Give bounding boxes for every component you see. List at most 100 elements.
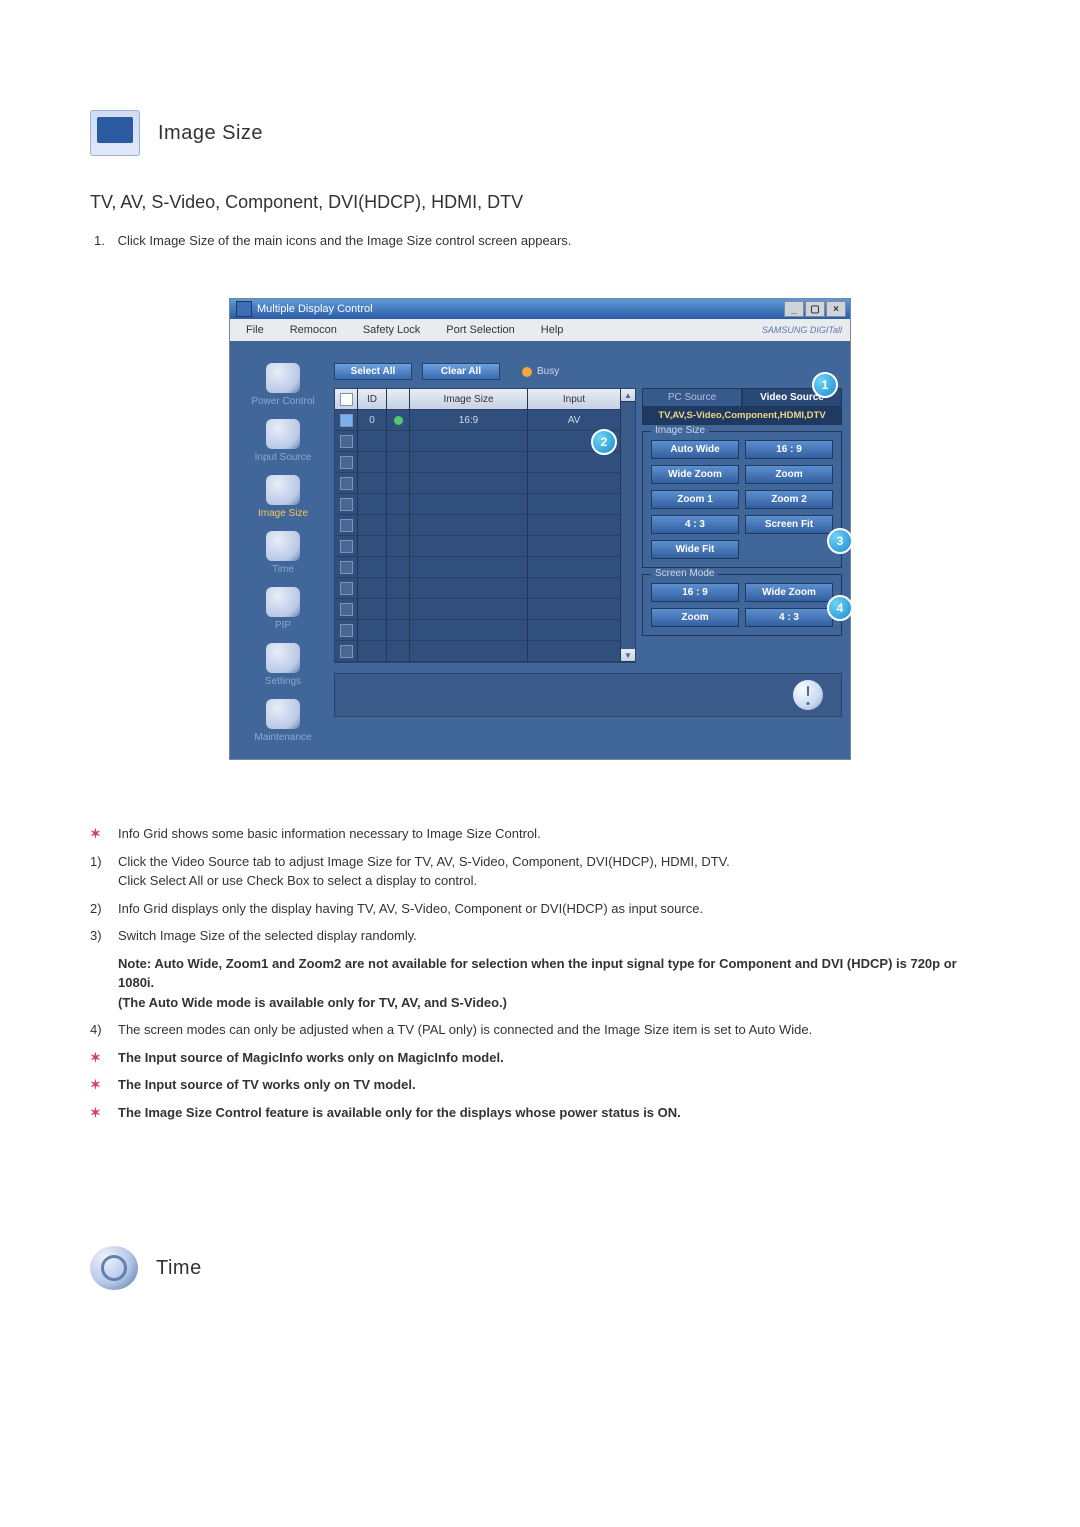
btn-sm-16-9[interactable]: 16 : 9 bbox=[651, 583, 739, 602]
note-text: Switch Image Size of the selected displa… bbox=[118, 926, 417, 946]
row-image-size: 16:9 bbox=[410, 410, 527, 431]
clear-all-button[interactable]: Clear All bbox=[422, 363, 500, 380]
note-text: Info Grid shows some basic information n… bbox=[118, 824, 541, 844]
btn-16-9[interactable]: 16 : 9 bbox=[745, 440, 833, 459]
note-num: 3) bbox=[90, 926, 108, 946]
section-title-time: Time bbox=[156, 1257, 202, 1280]
time-icon bbox=[266, 531, 300, 561]
menu-file[interactable]: File bbox=[236, 322, 274, 338]
scroll-down-button[interactable]: ▼ bbox=[621, 649, 635, 662]
status-bar bbox=[334, 673, 842, 717]
busy-indicator-icon bbox=[522, 367, 532, 377]
section-subtitle: TV, AV, S-Video, Component, DVI(HDCP), H… bbox=[90, 192, 990, 213]
note-num: 2) bbox=[90, 899, 108, 919]
info-grid: ID 0 bbox=[334, 388, 636, 663]
note-text-bold: The Input source of TV works only on TV … bbox=[118, 1075, 416, 1095]
sidebar-label: Input Source bbox=[255, 452, 312, 463]
col-status-header bbox=[387, 389, 409, 410]
note-text-bold: Note: Auto Wide, Zoom1 and Zoom2 are not… bbox=[118, 954, 990, 1013]
image-size-icon bbox=[90, 110, 140, 156]
menu-safety-lock[interactable]: Safety Lock bbox=[353, 322, 430, 338]
section-title: Image Size bbox=[158, 122, 263, 145]
star-icon: ✶ bbox=[90, 1048, 108, 1068]
sidebar-item-power[interactable]: Power Control bbox=[238, 359, 328, 415]
note-text: The screen modes can only be adjusted wh… bbox=[118, 1020, 812, 1040]
callout-3: 3 bbox=[827, 528, 853, 554]
star-icon: ✶ bbox=[90, 1103, 108, 1123]
btn-auto-wide[interactable]: Auto Wide bbox=[651, 440, 739, 459]
app-window: Multiple Display Control _ ▢ × File Remo… bbox=[229, 298, 851, 760]
maximize-button[interactable]: ▢ bbox=[805, 301, 825, 317]
row-id: 0 bbox=[358, 410, 386, 431]
group-screen-mode: Screen Mode 16 : 9 Wide Zoom Zoom 4 : 3 … bbox=[642, 574, 842, 636]
btn-zoom[interactable]: Zoom bbox=[745, 465, 833, 484]
sidebar-item-input[interactable]: Input Source bbox=[238, 415, 328, 471]
callout-2: 2 bbox=[591, 429, 617, 455]
input-icon bbox=[266, 419, 300, 449]
callout-4: 4 bbox=[827, 595, 853, 621]
note-text: Info Grid displays only the display havi… bbox=[118, 899, 703, 919]
menu-remocon[interactable]: Remocon bbox=[280, 322, 347, 338]
btn-zoom-1[interactable]: Zoom 1 bbox=[651, 490, 739, 509]
app-icon bbox=[236, 301, 252, 317]
busy-label: Busy bbox=[537, 366, 559, 377]
video-source-list: TV,AV,S-Video,Component,HDMI,DTV bbox=[642, 407, 842, 425]
col-image-size-header: Image Size bbox=[410, 389, 527, 410]
minimize-button[interactable]: _ bbox=[784, 301, 804, 317]
group-legend-image-size: Image Size bbox=[651, 425, 709, 436]
tab-pc-source[interactable]: PC Source bbox=[642, 388, 742, 407]
btn-4-3[interactable]: 4 : 3 bbox=[651, 515, 739, 534]
step-text: Click Image Size of the main icons and t… bbox=[118, 233, 572, 248]
col-id-header: ID bbox=[358, 389, 386, 410]
note-num: 1) bbox=[90, 852, 108, 891]
row-status bbox=[387, 410, 409, 431]
right-panel: 1 PC Source Video Source TV,AV,S-Video,C… bbox=[642, 388, 842, 663]
col-check-header[interactable] bbox=[335, 389, 357, 410]
btn-zoom-2[interactable]: Zoom 2 bbox=[745, 490, 833, 509]
btn-wide-fit[interactable]: Wide Fit bbox=[651, 540, 739, 559]
col-input-header: Input bbox=[528, 389, 620, 410]
sidebar-label: Image Size bbox=[258, 508, 308, 519]
note-num: 4) bbox=[90, 1020, 108, 1040]
scroll-up-button[interactable]: ▲ bbox=[621, 389, 635, 402]
sidebar: Power Control Input Source Image Size bbox=[238, 359, 328, 751]
sidebar-label: Maintenance bbox=[254, 732, 311, 743]
time-section-icon bbox=[90, 1246, 138, 1290]
sidebar-item-image-size[interactable]: Image Size bbox=[238, 471, 328, 527]
window-title: Multiple Display Control bbox=[257, 303, 783, 315]
note-text-bold: The Image Size Control feature is availa… bbox=[118, 1103, 681, 1123]
close-button[interactable]: × bbox=[826, 301, 846, 317]
star-icon: ✶ bbox=[90, 1075, 108, 1095]
row-check[interactable] bbox=[335, 410, 357, 431]
sidebar-item-maintenance[interactable]: Maintenance bbox=[238, 695, 328, 751]
sidebar-label: Settings bbox=[265, 676, 301, 687]
btn-sm-4-3[interactable]: 4 : 3 bbox=[745, 608, 833, 627]
sidebar-item-settings[interactable]: Settings bbox=[238, 639, 328, 695]
note-text-bold: The Input source of MagicInfo works only… bbox=[118, 1048, 504, 1068]
sidebar-item-pip[interactable]: PIP bbox=[238, 583, 328, 639]
pip-icon bbox=[266, 587, 300, 617]
maintenance-icon bbox=[266, 699, 300, 729]
btn-wide-zoom[interactable]: Wide Zoom bbox=[651, 465, 739, 484]
menu-help[interactable]: Help bbox=[531, 322, 574, 338]
btn-sm-zoom[interactable]: Zoom bbox=[651, 608, 739, 627]
star-icon: ✶ bbox=[90, 824, 108, 844]
group-legend-screen-mode: Screen Mode bbox=[651, 568, 718, 579]
power-icon bbox=[266, 363, 300, 393]
scrollbar[interactable] bbox=[621, 402, 635, 649]
brand-label: SAMSUNG DIGITall bbox=[762, 325, 842, 335]
sidebar-label: Power Control bbox=[251, 396, 314, 407]
titlebar: Multiple Display Control _ ▢ × bbox=[230, 299, 850, 319]
step-number: 1. bbox=[94, 233, 114, 248]
notes-section: ✶ Info Grid shows some basic information … bbox=[90, 820, 990, 1126]
menubar: File Remocon Safety Lock Port Selection … bbox=[230, 319, 850, 341]
btn-sm-wide-zoom[interactable]: Wide Zoom bbox=[745, 583, 833, 602]
sidebar-item-time[interactable]: Time bbox=[238, 527, 328, 583]
sidebar-label: Time bbox=[272, 564, 294, 575]
btn-screen-fit[interactable]: Screen Fit bbox=[745, 515, 833, 534]
group-image-size: Image Size Auto Wide 16 : 9 Wide Zoom Zo… bbox=[642, 431, 842, 568]
callout-1: 1 bbox=[812, 372, 838, 398]
info-icon bbox=[793, 680, 823, 710]
select-all-button[interactable]: Select All bbox=[334, 363, 412, 380]
menu-port-selection[interactable]: Port Selection bbox=[436, 322, 524, 338]
